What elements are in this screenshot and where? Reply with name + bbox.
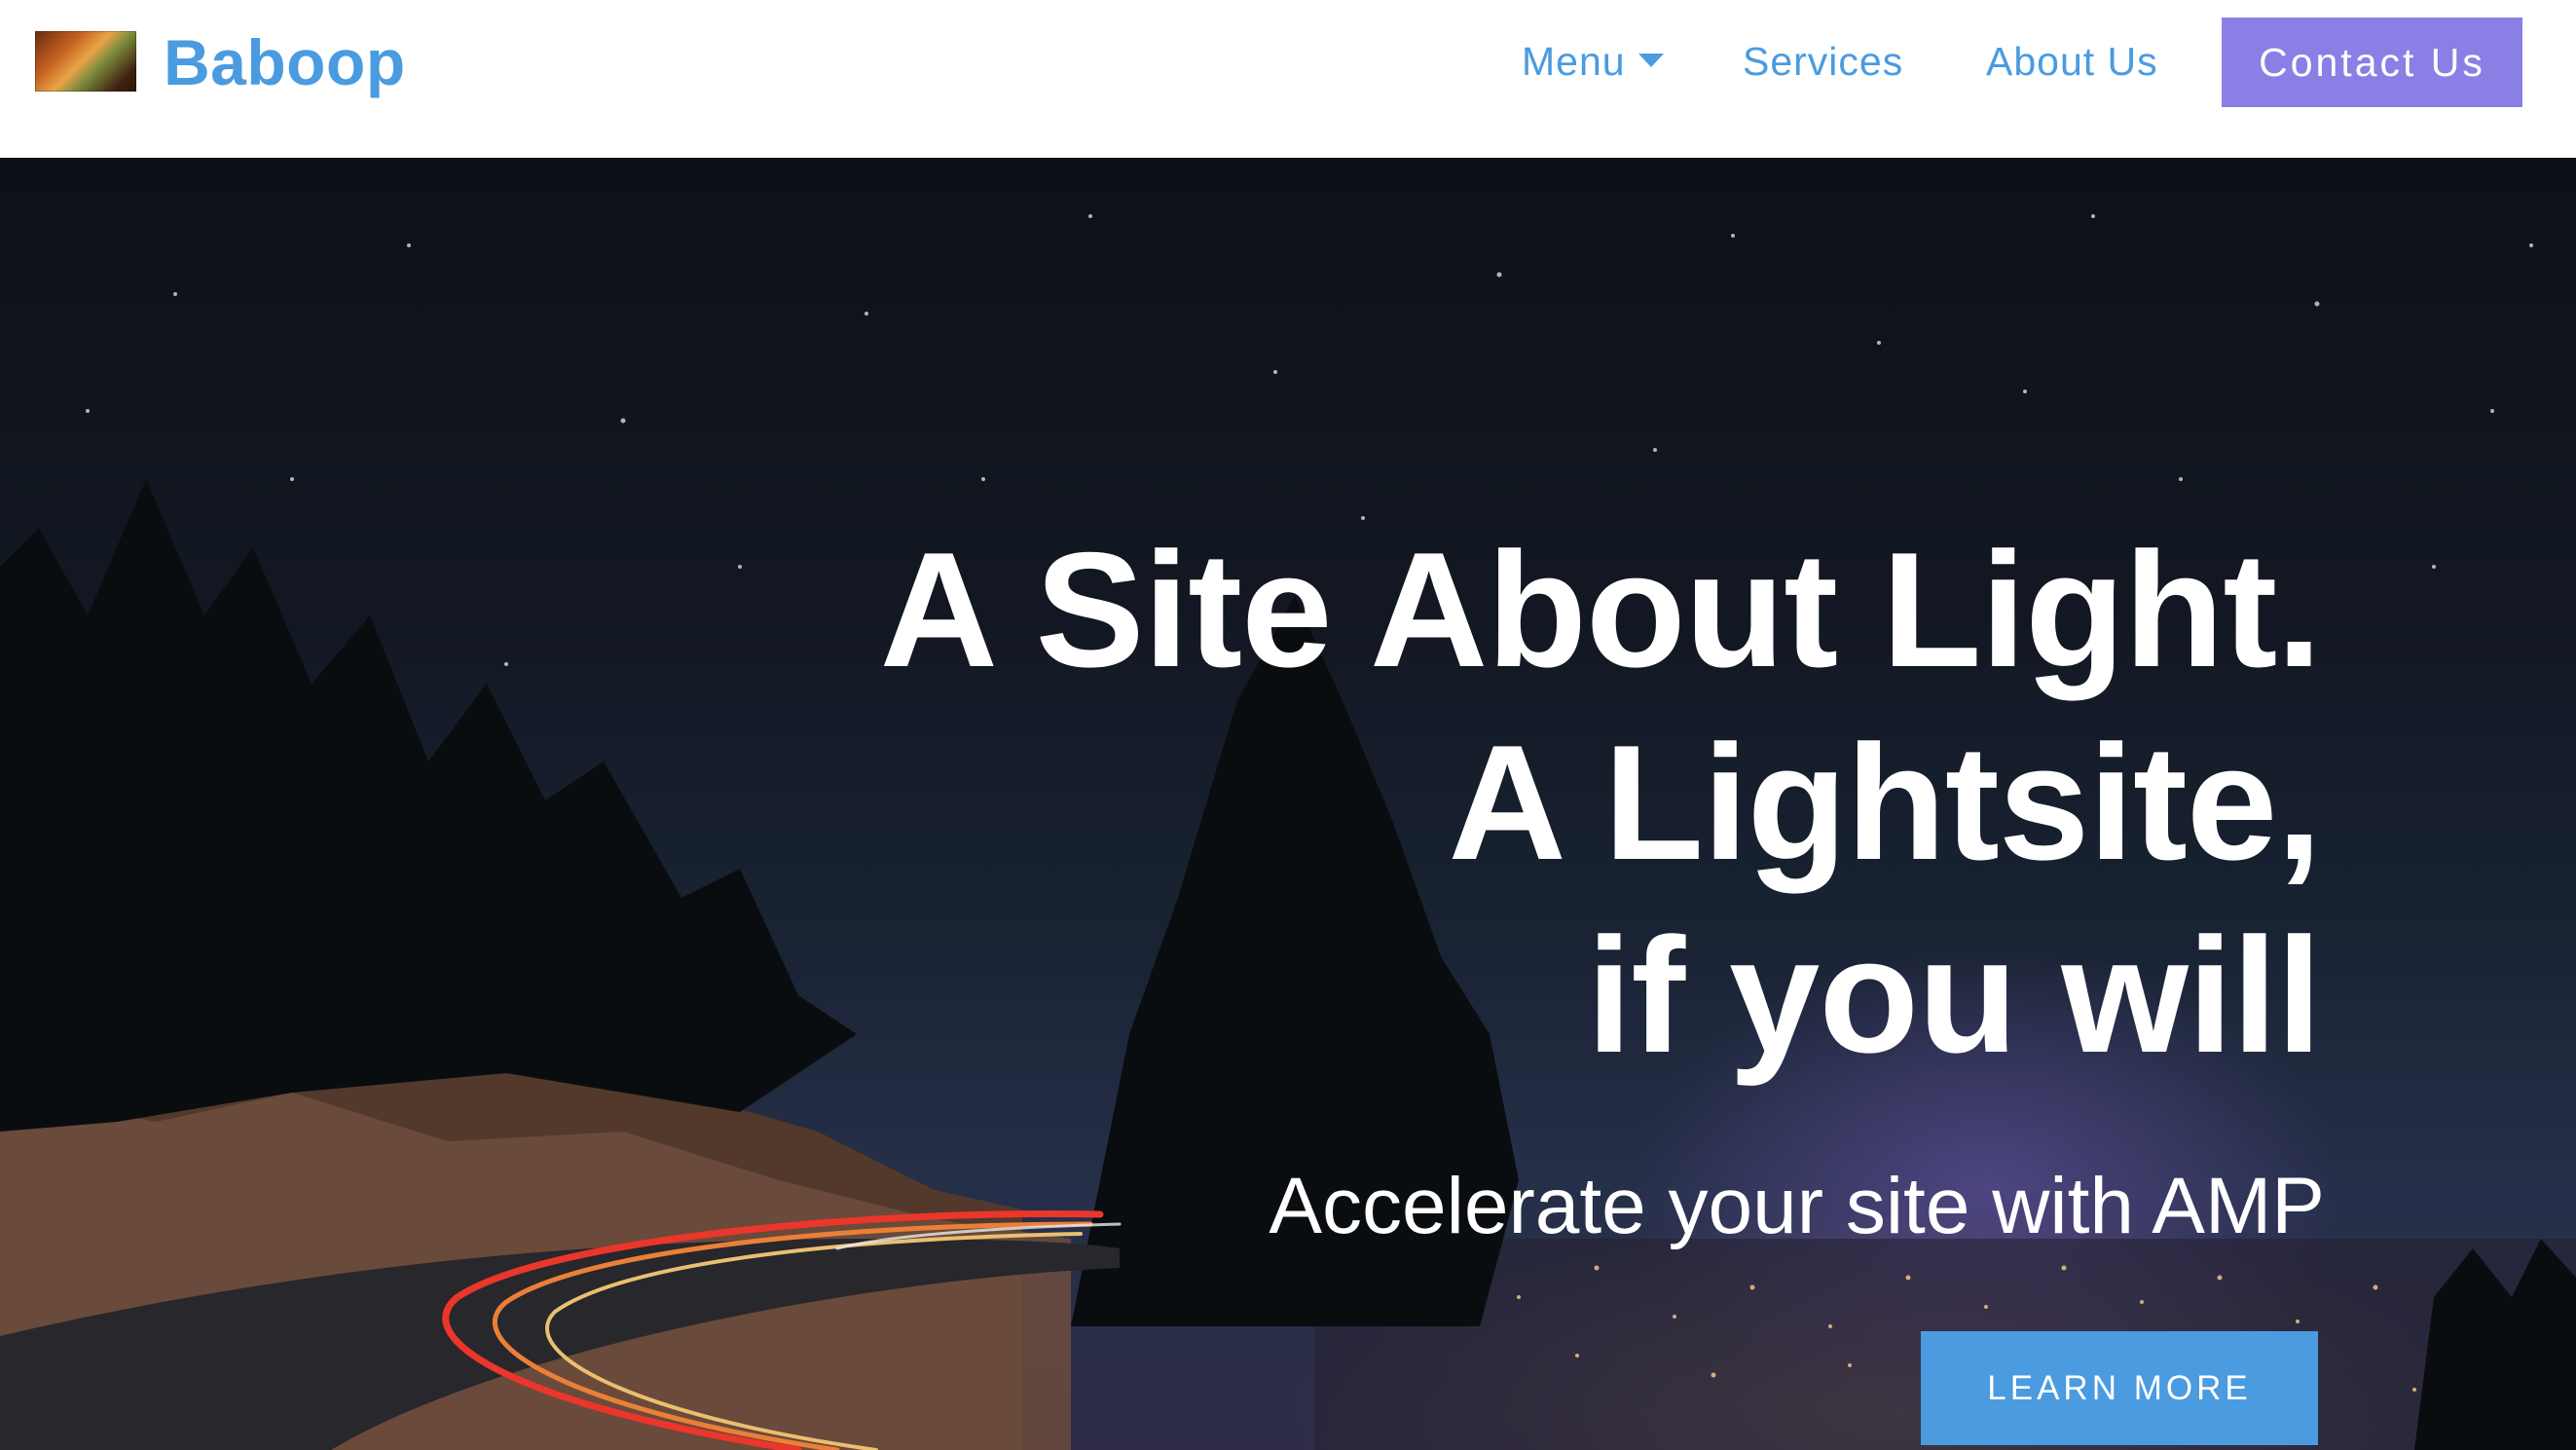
- hero-title-line-1: A Site About Light.: [879, 518, 2322, 701]
- landscape-thumbnail-icon[interactable]: [35, 31, 136, 92]
- nav-menu-dropdown[interactable]: Menu: [1522, 39, 1626, 85]
- hero-section: A Site About Light. A Lightsite, if you …: [0, 158, 2576, 1450]
- hero-subtitle: Accelerate your site with AMP: [1269, 1162, 2325, 1250]
- nav-about-link[interactable]: About Us: [1986, 39, 2158, 85]
- hero-title-line-3: if you will: [1586, 904, 2322, 1087]
- hero-title: A Site About Light. A Lightsite, if you …: [879, 513, 2322, 1092]
- contact-us-button[interactable]: Contact Us: [2222, 18, 2522, 107]
- hero-title-line-2: A Lightsite,: [1448, 711, 2322, 894]
- nav-services-link[interactable]: Services: [1743, 39, 1903, 85]
- brand-name[interactable]: Baboop: [164, 25, 406, 99]
- caret-down-icon[interactable]: [1638, 54, 1664, 67]
- learn-more-button[interactable]: LEARN MORE: [1921, 1331, 2318, 1445]
- top-navbar: Baboop Menu Services About Us Contact Us: [0, 0, 2576, 158]
